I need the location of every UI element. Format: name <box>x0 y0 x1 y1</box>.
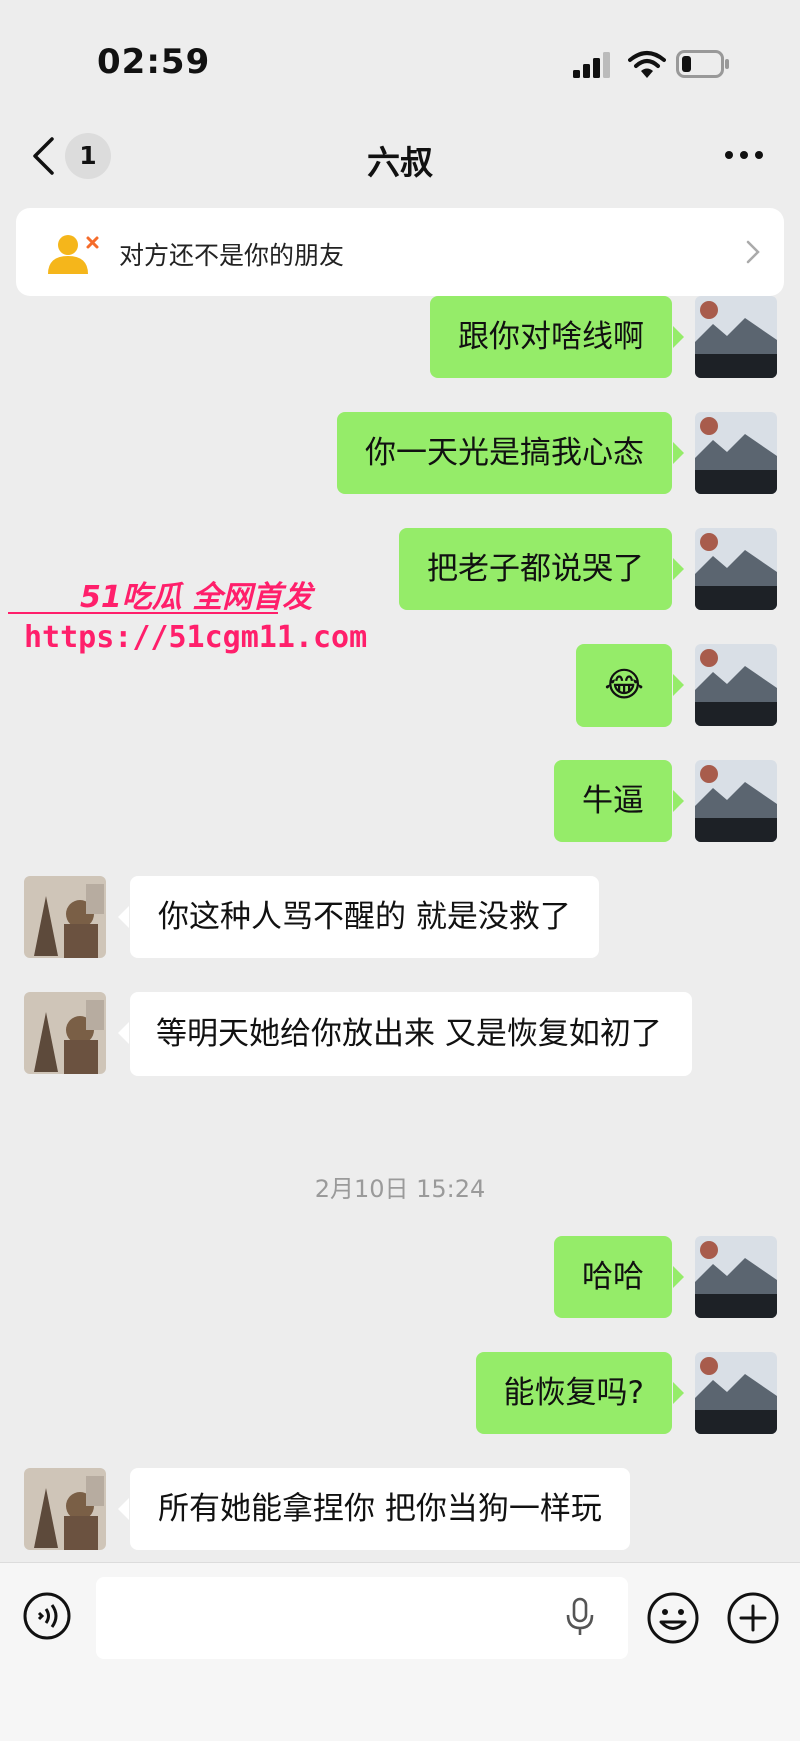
unread-count-badge[interactable]: 1 <box>65 133 111 179</box>
add-icon[interactable] <box>726 1591 780 1645</box>
my-message-bubble[interactable]: 跟你对啥线啊 <box>430 296 684 378</box>
not-friend-text: 对方还不是你的朋友 <box>119 241 345 270</box>
status-bar: 02:59 <box>0 0 800 120</box>
my-message-bubble[interactable]: 能恢复吗? <box>475 1352 685 1434</box>
mic-icon[interactable] <box>564 1597 596 1637</box>
chevron-right-icon <box>746 240 760 264</box>
chat-title: 六叔 <box>367 143 433 182</box>
contact-message-bubble[interactable]: 你这种人骂不醒的 就是没救了 <box>118 876 599 958</box>
watermark: 51吃瓜 全网首发 https://51cgm11.com <box>8 572 367 682</box>
message-timestamp: 2月10日 15:24 <box>314 1175 486 1203</box>
input-bar <box>0 1562 800 1741</box>
watermark-underline <box>8 612 278 614</box>
my-avatar[interactable] <box>695 528 777 610</box>
watermark-url: https://51cgm11.com <box>24 620 368 655</box>
my-avatar[interactable] <box>695 1352 777 1434</box>
my-avatar[interactable] <box>695 1236 777 1318</box>
message-row: 跟你对啥线啊 <box>0 296 800 378</box>
message-row: 你这种人骂不醒的 就是没救了 <box>0 876 800 958</box>
contact-message-bubble[interactable]: 等明天她给你放出来 又是恢复如初了 <box>118 992 692 1076</box>
my-message-bubble[interactable]: 你一天光是搞我心态 <box>337 412 684 494</box>
message-row: 牛逼 <box>0 760 800 842</box>
tears-of-joy-emoji: 😂 <box>604 665 644 705</box>
message-row: 你一天光是搞我心态 <box>0 412 800 494</box>
emoji-icon[interactable] <box>646 1591 700 1645</box>
my-avatar[interactable] <box>695 644 777 726</box>
my-message-bubble[interactable]: 😂 <box>576 644 684 727</box>
watermark-brand: 51吃瓜 全网首发 <box>80 580 313 615</box>
message-row: 能恢复吗? <box>0 1352 800 1434</box>
voice-input-icon[interactable] <box>22 1591 72 1641</box>
my-message-bubble[interactable]: 哈哈 <box>554 1236 684 1318</box>
wifi-icon <box>628 51 666 78</box>
my-message-bubble[interactable]: 牛逼 <box>554 760 684 842</box>
battery-icon <box>676 50 729 78</box>
contact-avatar[interactable] <box>24 992 106 1074</box>
my-avatar[interactable] <box>695 296 777 378</box>
contact-avatar[interactable] <box>24 1468 106 1550</box>
more-options-icon[interactable] <box>722 148 766 162</box>
back-icon[interactable] <box>30 136 56 176</box>
my-avatar[interactable] <box>695 760 777 842</box>
message-row: 哈哈 <box>0 1236 800 1318</box>
message-row: 等明天她给你放出来 又是恢复如初了 <box>0 992 800 1122</box>
signal-icon <box>573 52 610 78</box>
not-friend-banner[interactable]: 对方还不是你的朋友 <box>16 208 784 296</box>
my-avatar[interactable] <box>695 412 777 494</box>
contact-message-bubble[interactable]: 所有她能拿捏你 把你当狗一样玩 <box>118 1468 630 1550</box>
my-message-bubble[interactable]: 把老子都说哭了 <box>399 528 684 610</box>
message-input[interactable] <box>96 1577 628 1659</box>
stranger-icon <box>48 235 99 274</box>
message-list[interactable]: 跟你对啥线啊 你一天光是搞我心态 把老子都说哭了 😂 牛逼 你这种人骂不醒的 就… <box>0 296 800 1562</box>
status-time: 02:59 <box>97 42 211 82</box>
message-row: 所有她能拿捏你 把你当狗一样玩 <box>0 1468 800 1550</box>
contact-avatar[interactable] <box>24 876 106 958</box>
